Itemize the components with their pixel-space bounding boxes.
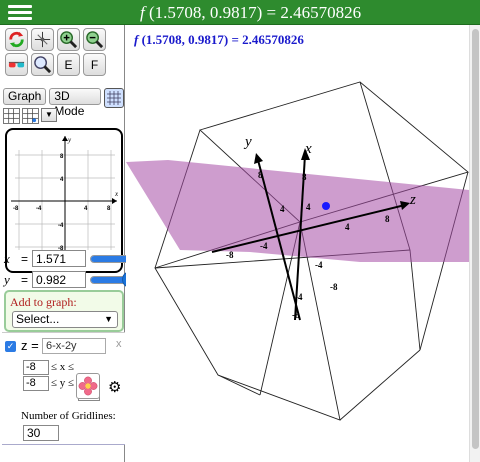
grid-dots-icon[interactable] [22, 108, 39, 124]
grid-toggle-icon[interactable] [104, 88, 124, 108]
surface-plane [126, 160, 469, 262]
tick-z-neg4: -4 [260, 241, 268, 251]
graph-canvas[interactable]: f (1.5708, 0.9817) = 2.46570826 y x z 8 … [126, 25, 469, 462]
add-to-graph-panel: Add to graph: Select... ▼ [4, 290, 124, 332]
vertical-scrollbar[interactable] [469, 25, 480, 462]
x-range-op: ≤ x ≤ [51, 361, 75, 373]
y-range-op: ≤ y ≤ [51, 377, 75, 389]
toolbar-row-2: E F [5, 53, 106, 76]
evaluation-point [322, 202, 330, 210]
3d-glasses-icon [8, 61, 25, 68]
add-to-graph-selected: Select... [16, 312, 60, 326]
y-slider-row: y = [4, 270, 147, 288]
mini-tick-x-4: 4 [84, 206, 88, 212]
sidebar: E F Graph 3D Mode ▼ x y 4 8 -4 -8 8 4 -4… [0, 25, 147, 462]
zoom-in-button[interactable] [57, 28, 80, 51]
rotate-button[interactable] [5, 28, 28, 51]
graph-button[interactable]: Graph [3, 88, 47, 105]
move-center-button[interactable] [31, 28, 54, 51]
x-equals: = [21, 251, 29, 266]
grid-options-row: ▼ [3, 108, 57, 124]
tick-y-8: 8 [258, 170, 263, 180]
mode-row: Graph 3D Mode [3, 88, 124, 118]
tick-x-neg4: -4 [315, 260, 323, 270]
mini-tick-x-8: 8 [107, 206, 111, 212]
tick-x-8: 8 [302, 172, 307, 182]
mini-x-label: x [114, 190, 119, 198]
mini-tick-x-neg8: -8 [13, 206, 19, 212]
x-value-input[interactable] [32, 250, 87, 267]
e-button[interactable]: E [57, 53, 80, 76]
tick-z-4: 4 [345, 222, 350, 232]
function-close-icon[interactable]: x [116, 338, 122, 350]
mini-y-label: y [67, 136, 72, 144]
add-to-graph-label: Add to graph: [10, 295, 77, 309]
3d-glasses-button[interactable] [5, 53, 28, 76]
chevron-down-icon[interactable]: ▼ [41, 108, 57, 122]
tick-z-neg8: -8 [226, 250, 234, 260]
x-min-input[interactable]: -8 [23, 360, 49, 375]
color-picker-flower-icon[interactable] [76, 373, 100, 399]
x-slider-row: x = [4, 249, 147, 267]
magnify-button[interactable] [31, 53, 54, 76]
mini-tick-y-neg4: -4 [58, 223, 64, 229]
axis-label-x: x [304, 141, 312, 157]
function-panel: ✓ z = 6-x-2y x -8 ≤ x ≤ -8 ≤ y ≤ 8 ⚙ Num… [2, 332, 125, 445]
rotate-icon [9, 31, 24, 48]
x-variable-label: x [4, 250, 10, 266]
gridlines-input[interactable]: 30 [23, 425, 59, 441]
add-to-graph-select[interactable]: Select... ▼ [12, 311, 118, 328]
function-visible-checkbox[interactable]: ✓ [5, 341, 16, 352]
f-button[interactable]: F [83, 53, 106, 76]
zoom-in-icon [60, 31, 78, 49]
axis-label-z: z [409, 192, 416, 208]
function-expression-input[interactable]: 6-x-2y [42, 338, 106, 354]
3d-plot[interactable]: y x z 8 4 -4 -8 8 4 -4 -8 8 4 -4 -8 [126, 25, 469, 462]
title-value: (1.5708, 0.9817) = 2.46570826 [144, 3, 362, 22]
3d-mode-button[interactable]: 3D Mode [49, 88, 101, 118]
axis-label-y: y [243, 134, 252, 150]
zoom-out-button[interactable] [83, 28, 106, 51]
tick-y-neg4: -4 [295, 292, 303, 302]
tick-y-4: 4 [280, 204, 285, 214]
move-center-icon [34, 31, 51, 48]
scrollbar-thumb[interactable] [472, 29, 479, 449]
y-value-input[interactable] [32, 271, 87, 288]
tick-x-4: 4 [306, 202, 311, 212]
toolbar-row-1 [5, 28, 106, 51]
mini-tick-x-neg4: -4 [36, 206, 42, 212]
top-bar: f (1.5708, 0.9817) = 2.46570826 [0, 0, 480, 25]
function-var-label: z = [21, 338, 39, 353]
zoom-out-icon [86, 31, 104, 49]
hamburger-menu-icon[interactable] [8, 3, 32, 21]
magnify-icon [34, 56, 52, 74]
page-title: f (1.5708, 0.9817) = 2.46570826 [140, 3, 361, 23]
y-variable-label: y [4, 271, 10, 287]
y-equals: = [21, 272, 29, 287]
y-min-input[interactable]: -8 [23, 376, 49, 391]
chevron-down-icon: ▼ [104, 314, 113, 324]
gear-icon[interactable]: ⚙ [108, 378, 121, 396]
tick-y-neg8: -8 [292, 310, 300, 320]
tick-z-8: 8 [385, 214, 390, 224]
tick-x-neg8: -8 [330, 282, 338, 292]
gridlines-label: Number of Gridlines: [21, 410, 116, 422]
grid-lines-icon[interactable] [3, 108, 20, 124]
